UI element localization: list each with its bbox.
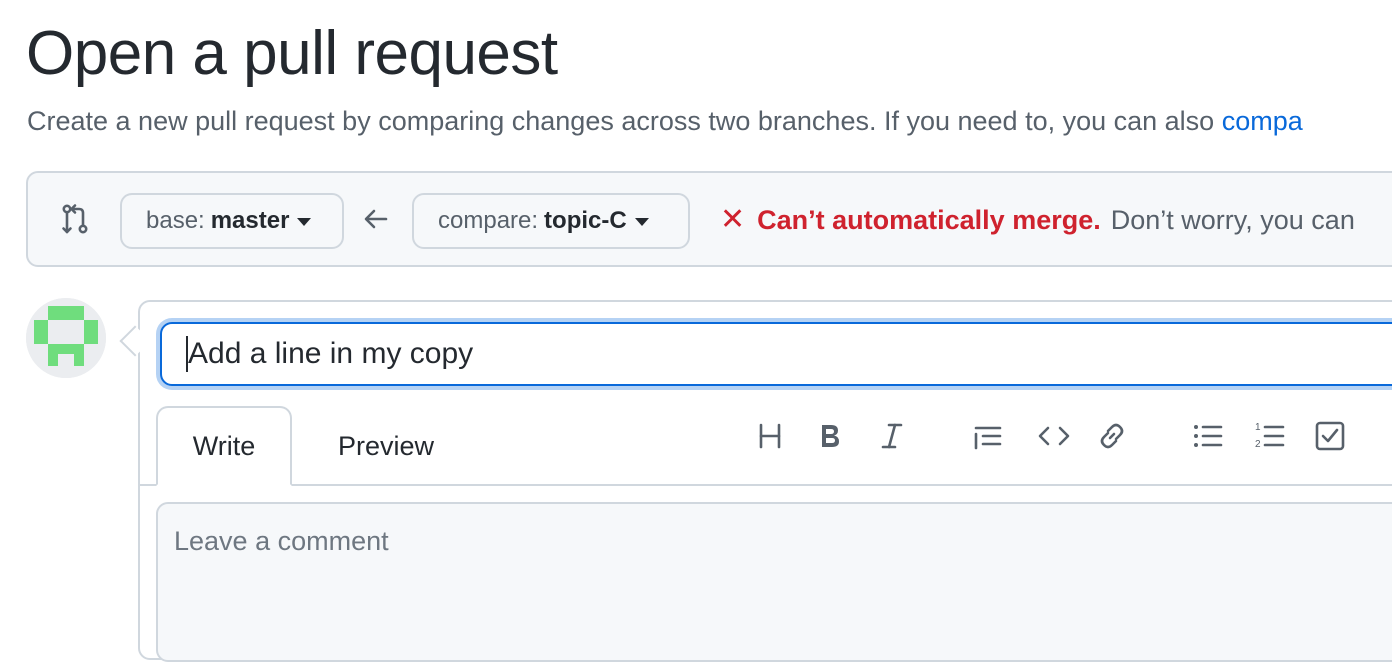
base-label: base: — [146, 207, 205, 234]
merge-hint-text: Don’t worry, you can — [1110, 205, 1355, 235]
compare-label: compare: — [438, 207, 539, 234]
code-icon[interactable] — [1036, 418, 1072, 454]
pr-title-input[interactable] — [160, 322, 1392, 386]
compare-branch-value: topic-C — [544, 207, 627, 234]
compare-arrows-icon — [62, 204, 88, 234]
compare-across-forks-link[interactable]: compa — [1222, 106, 1303, 136]
numbered-list-icon[interactable]: 12 — [1252, 418, 1288, 454]
page-title: Open a pull request — [26, 19, 558, 88]
avatar[interactable] — [26, 298, 106, 378]
branch-range-bar: base: master compare: topic-C ✕ Can’t au… — [26, 171, 1392, 267]
merge-conflict-text: Can’t automatically merge. — [757, 205, 1101, 235]
chevron-down-icon — [297, 218, 312, 226]
link-icon[interactable] — [1094, 418, 1130, 454]
compare-branch-select[interactable]: compare: topic-C — [412, 193, 690, 249]
x-icon: ✕ — [720, 203, 746, 236]
base-branch-value: master — [210, 207, 290, 234]
task-list-icon[interactable] — [1312, 418, 1348, 454]
comment-placeholder: Leave a comment — [174, 526, 389, 556]
heading-icon[interactable] — [752, 418, 788, 454]
italic-icon[interactable] — [874, 418, 910, 454]
arrow-left-icon — [364, 209, 388, 229]
chevron-down-icon — [634, 218, 649, 226]
bulleted-list-icon[interactable] — [1190, 418, 1226, 454]
merge-status: ✕ Can’t automatically merge. Don’t worry… — [720, 203, 1355, 237]
svg-text:1: 1 — [1255, 422, 1261, 433]
page-subtitle: Create a new pull request by comparing c… — [27, 104, 1303, 138]
bold-icon[interactable] — [812, 418, 848, 454]
tab-preview[interactable]: Preview — [306, 406, 466, 486]
quote-icon[interactable] — [970, 418, 1006, 454]
subtitle-text: Create a new pull request by comparing c… — [27, 106, 1222, 136]
identicon-icon — [26, 298, 106, 378]
base-branch-select[interactable]: base: master — [120, 193, 344, 249]
text-cursor — [186, 336, 188, 372]
tab-write[interactable]: Write — [156, 406, 292, 486]
svg-text:2: 2 — [1255, 439, 1261, 450]
